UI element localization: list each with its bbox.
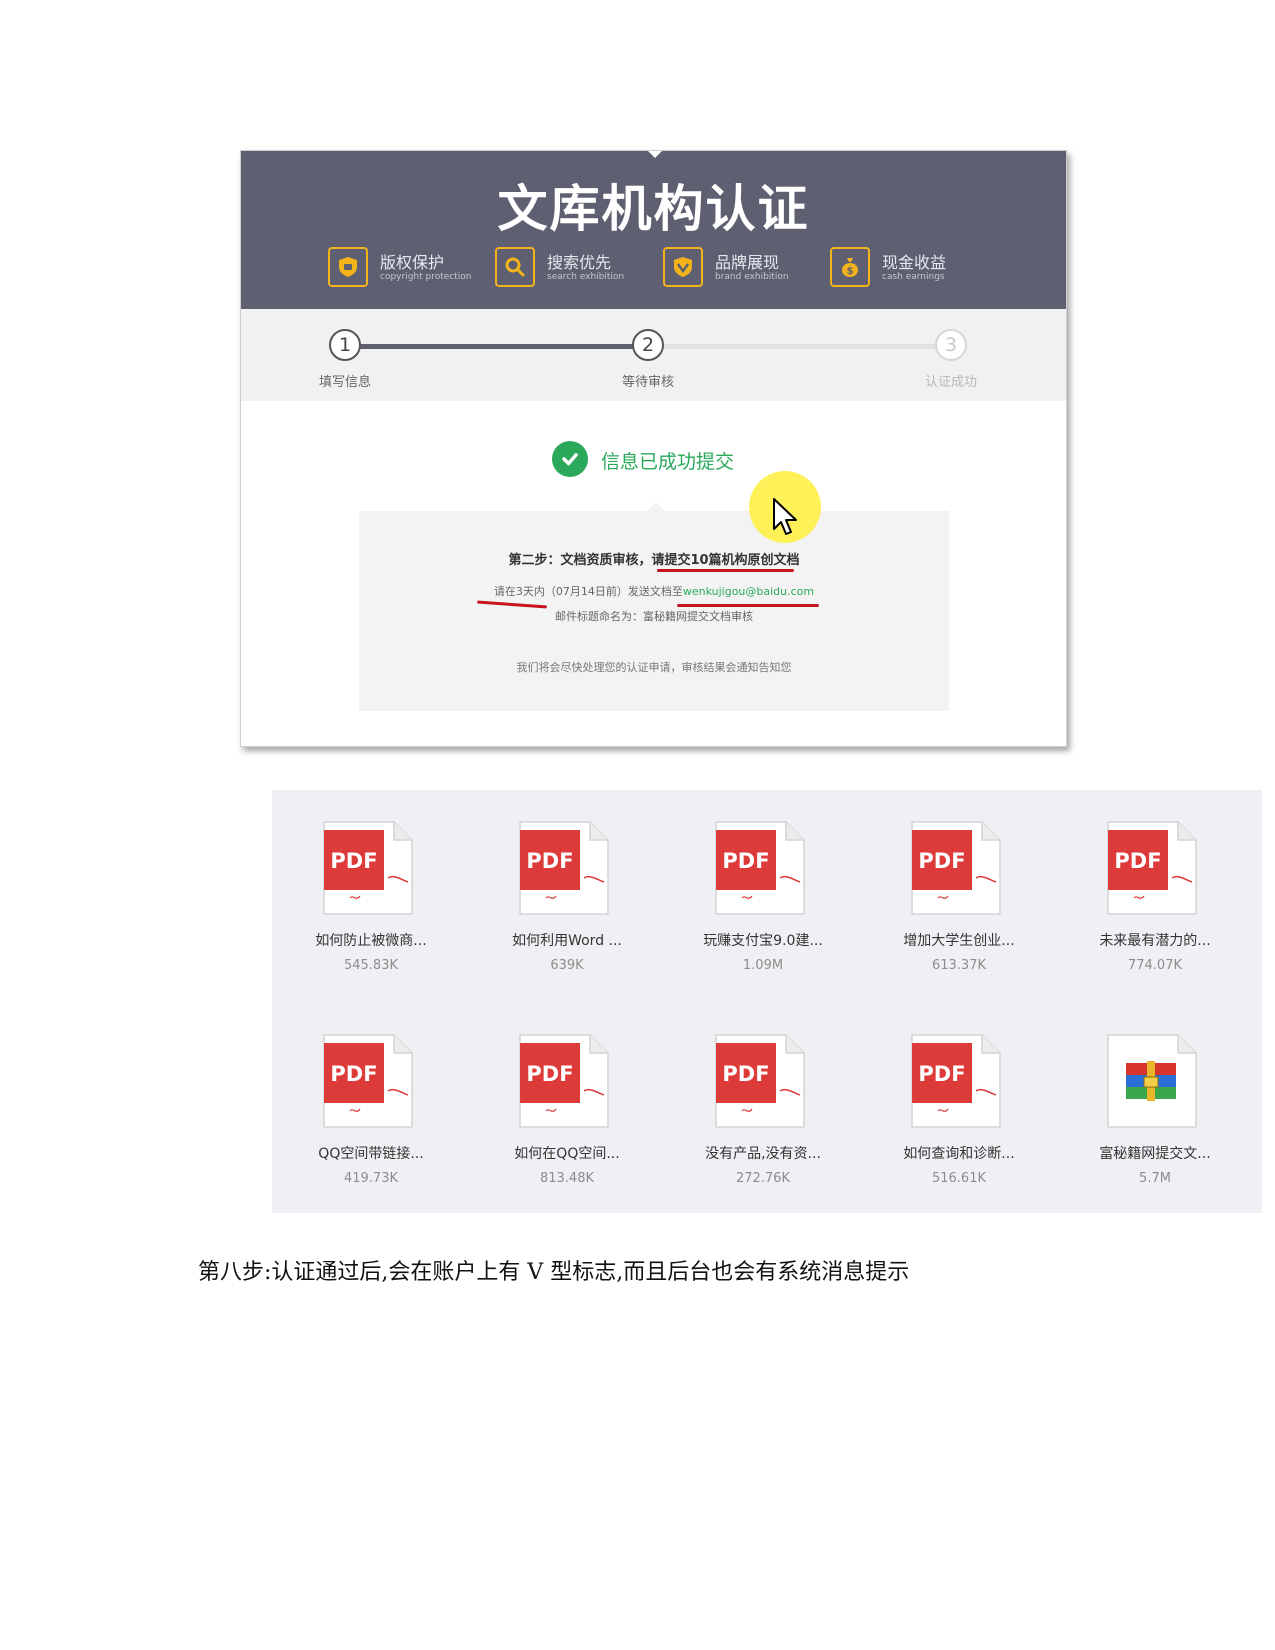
step-1-circle: 1 — [329, 329, 361, 361]
file-name: 如何查询和诊断... — [903, 1146, 1015, 1162]
review-notice: 我们将会尽快处理您的认证申请，审核结果会通知告知您 — [516, 661, 792, 674]
svg-text:PDF: PDF — [1114, 849, 1161, 873]
email-link[interactable]: wenkujigou@baidu.com — [683, 585, 814, 598]
pdf-file-icon: PDF — [320, 1033, 414, 1129]
brand-badge-icon — [663, 247, 703, 287]
step-1-label: 填写信息 — [318, 375, 371, 390]
svg-text:PDF: PDF — [526, 1062, 573, 1086]
pdf-file-icon: PDF — [908, 820, 1002, 916]
progress-line-pending — [651, 344, 941, 349]
file-size: 1.09M — [742, 958, 784, 973]
pdf-file-icon: PDF — [712, 1033, 806, 1129]
mouse-cursor-icon — [771, 496, 801, 540]
step-3-circle: 3 — [935, 329, 967, 361]
red-underline — [657, 569, 794, 572]
certification-screenshot: 文库机构认证 版权保护 copyright protection 搜索优先 se… — [240, 150, 1067, 747]
file-item[interactable]: PDF 增加大学生创业... 613.37K — [864, 790, 1054, 973]
pdf-file-icon: PDF — [320, 820, 414, 916]
feature-sublabel: cash earnings — [882, 272, 945, 282]
deadline-days: 3天内 — [515, 585, 545, 598]
svg-text:PDF: PDF — [526, 849, 573, 873]
page-title: 文库机构认证 — [497, 180, 810, 238]
svg-text:PDF: PDF — [918, 849, 965, 873]
file-item[interactable]: 富秘籍网提交文... 5.7M — [1060, 1003, 1250, 1186]
svg-text:$: $ — [847, 266, 854, 277]
feature-label: 版权保护 — [380, 253, 445, 272]
pdf-file-icon: PDF — [516, 820, 610, 916]
feature-label: 搜索优先 — [547, 253, 612, 272]
search-icon — [495, 247, 535, 287]
success-text: 信息已成功提交 — [601, 451, 735, 473]
file-item[interactable]: PDF 玩赚支付宝9.0建... 1.09M — [668, 790, 858, 973]
file-name: 富秘籍网提交文... — [1099, 1146, 1211, 1162]
file-size: 5.7M — [1139, 1171, 1171, 1186]
file-size: 613.37K — [931, 958, 986, 973]
file-item[interactable]: PDF 如何防止被微商... 545.83K — [276, 790, 466, 973]
file-item[interactable]: PDF 如何查询和诊断... 516.61K — [864, 1003, 1054, 1186]
step-3-label: 认证成功 — [924, 375, 977, 390]
header-notch — [646, 151, 664, 158]
feature-sublabel: search exhibition — [547, 272, 625, 282]
feature-sublabel: brand exhibition — [715, 272, 789, 282]
deadline-middle: （07月14日前）发送文档至 — [544, 585, 683, 598]
svg-text:PDF: PDF — [722, 849, 769, 873]
file-size: 545.83K — [343, 958, 398, 973]
file-name: 如何在QQ空间... — [514, 1146, 620, 1162]
svg-text:PDF: PDF — [722, 1062, 769, 1086]
file-grid: PDF 如何防止被微商... 545.83K PDF 如何利用Word ... 639K P… — [272, 790, 1262, 1213]
file-size: 639K — [550, 958, 584, 973]
certification-header: 文库机构认证 版权保护 copyright protection 搜索优先 se… — [241, 151, 1066, 309]
feature-label: 品牌展现 — [715, 253, 780, 272]
file-name: 玩赚支付宝9.0建... — [703, 933, 823, 949]
progress-steps: 1 填写信息 2 等待审核 3 认证成功 — [241, 309, 1066, 401]
file-item[interactable]: PDF 没有产品,没有资... 272.76K — [668, 1003, 858, 1186]
file-name: 未来最有潜力的... — [1099, 933, 1211, 949]
file-name: 如何利用Word ... — [512, 933, 622, 949]
step-2-label: 等待审核 — [621, 375, 674, 390]
step-2-circle: 2 — [632, 329, 664, 361]
file-name: 如何防止被微商... — [315, 933, 427, 949]
file-name: 增加大学生创业... — [903, 933, 1015, 949]
email-subject-instruction: 邮件标题命名为：富秘籍网提交文档审核 — [555, 610, 753, 623]
instruction-deadline: 请在3天内（07月14日前）发送文档至wenkujigou@baidu.com — [359, 583, 949, 599]
file-size: 272.76K — [735, 1171, 790, 1186]
feature-sublabel: copyright protection — [380, 272, 472, 282]
check-icon — [552, 441, 588, 477]
svg-text:PDF: PDF — [330, 849, 377, 873]
pdf-file-icon: PDF — [908, 1033, 1002, 1129]
instruction-prefix: 第二步：文档资质审核， — [508, 553, 652, 568]
pdf-file-icon: PDF — [1104, 820, 1198, 916]
file-size: 813.48K — [539, 1171, 594, 1186]
instructions-box: 第二步：文档资质审核，请提交10篇机构原创文档 请在3天内（07月14日前）发送… — [359, 502, 949, 711]
file-name: QQ空间带链接... — [318, 1146, 424, 1162]
step-eight-caption: 第八步:认证通过后,会在账户上有 V 型标志,而且后台也会有系统消息提示 — [198, 1260, 910, 1285]
success-message: 信息已成功提交 — [241, 441, 1066, 481]
pdf-file-icon: PDF — [516, 1033, 610, 1129]
progress-line-complete — [359, 344, 651, 349]
file-size: 419.73K — [343, 1171, 398, 1186]
instruction-highlight: 请提交10篇机构原创文档 — [651, 553, 800, 568]
file-size: 774.07K — [1127, 958, 1182, 973]
feature-label: 现金收益 — [882, 253, 947, 272]
red-underline — [677, 604, 819, 607]
file-item[interactable]: PDF 如何在QQ空间... 813.48K — [472, 1003, 662, 1186]
file-item[interactable]: PDF 未来最有潜力的... 774.07K — [1060, 790, 1250, 973]
shield-icon — [328, 247, 368, 287]
svg-text:PDF: PDF — [330, 1062, 377, 1086]
file-item[interactable]: PDF QQ空间带链接... 419.73K — [276, 1003, 466, 1186]
box-pointer — [647, 502, 665, 511]
file-item[interactable]: PDF 如何利用Word ... 639K — [472, 790, 662, 973]
file-size: 516.61K — [931, 1171, 986, 1186]
instruction-step-two: 第二步：文档资质审核，请提交10篇机构原创文档 — [359, 549, 949, 568]
file-name: 没有产品,没有资... — [705, 1146, 821, 1162]
pdf-file-icon: PDF — [712, 820, 806, 916]
money-bag-icon: $ — [830, 247, 870, 287]
rar-archive-icon — [1104, 1033, 1198, 1129]
svg-text:PDF: PDF — [918, 1062, 965, 1086]
deadline-prefix: 请在 — [493, 585, 516, 598]
